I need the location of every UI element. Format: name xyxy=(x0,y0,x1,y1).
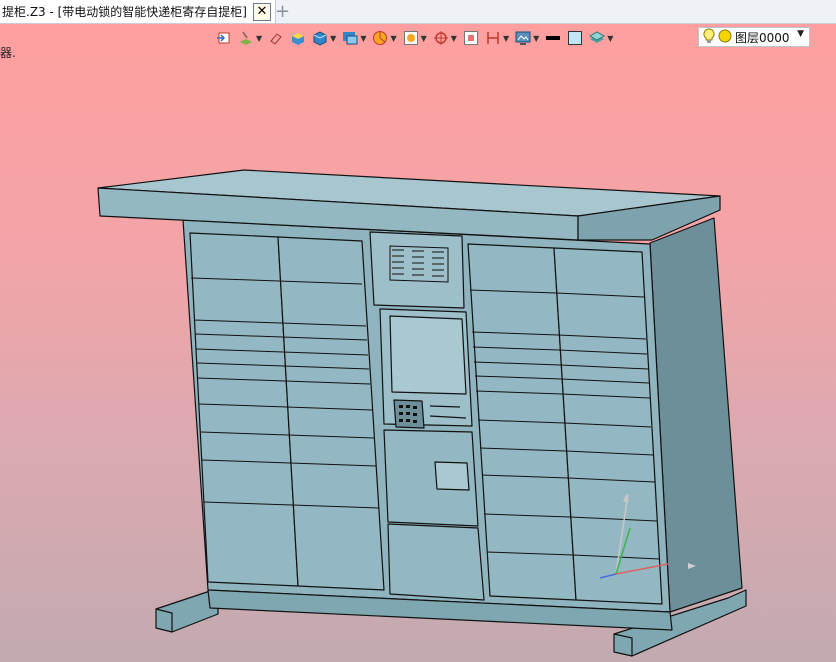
keypad-keys xyxy=(399,405,417,423)
parcel-slot xyxy=(434,461,470,491)
cabinet-body xyxy=(97,169,747,657)
screen xyxy=(389,315,467,395)
cabinet-model xyxy=(97,169,747,657)
base-door xyxy=(387,523,485,601)
vent-panel xyxy=(369,231,465,309)
